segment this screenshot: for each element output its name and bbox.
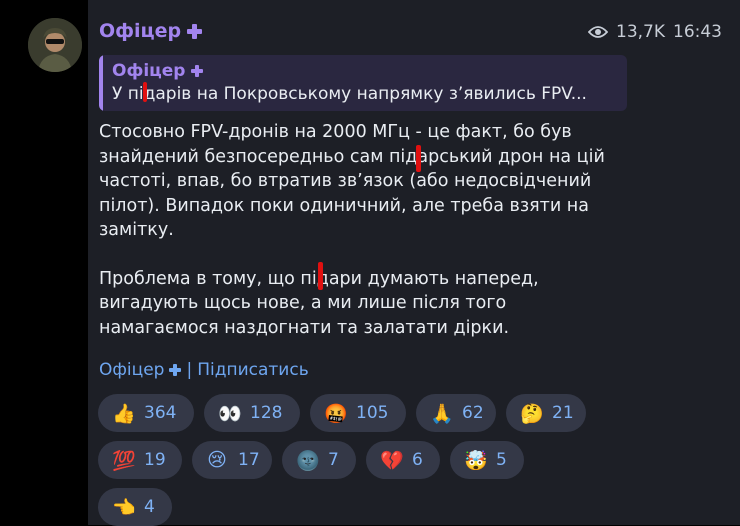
avatar-photo-icon	[28, 18, 82, 72]
signature-name[interactable]: Офіцер	[99, 360, 164, 380]
author-label: Офіцер	[99, 20, 182, 42]
reply-preview[interactable]: Офіцер У підарів на Покровському напрямк…	[99, 55, 627, 111]
avatar[interactable]	[28, 18, 82, 72]
pray-icon: 🙏	[430, 402, 454, 425]
message-meta: 13,7K 16:43	[588, 22, 722, 42]
reaction-count: 6	[412, 450, 423, 470]
reaction-count: 21	[552, 403, 574, 423]
cross-icon	[187, 23, 203, 39]
reaction-pray[interactable]: 🙏 62	[416, 394, 496, 432]
signature-separator: |	[186, 360, 193, 380]
reply-accent-bar	[99, 55, 103, 111]
reaction-angry-face[interactable]: 🤬 105	[310, 394, 406, 432]
cross-icon	[169, 364, 182, 376]
thinking-face-icon: 🤔	[520, 402, 544, 425]
eyes-icon: 👀	[218, 402, 242, 425]
angry-face-icon: 🤬	[324, 402, 348, 425]
paragraph-1: Стосовно FPV-дронів на 2000 МГц - це фак…	[99, 122, 605, 240]
reaction-eyes[interactable]: 👀 128	[204, 394, 300, 432]
reaction-count: 62	[462, 403, 484, 423]
censor-mark	[416, 145, 421, 172]
pointing-hand-icon: 👈	[112, 496, 136, 519]
reaction-broken-heart[interactable]: 💔 6	[366, 441, 440, 479]
hundred-icon: 💯	[112, 449, 136, 472]
cross-icon	[191, 65, 204, 77]
reaction-count: 19	[144, 450, 166, 470]
reaction-thinking-face[interactable]: 🤔 21	[506, 394, 586, 432]
views-count: 13,7K	[616, 22, 665, 42]
reaction-pointing-hand[interactable]: 👈 4	[98, 488, 172, 526]
broken-heart-icon: 💔	[380, 449, 404, 472]
reaction-count: 364	[144, 403, 177, 423]
censor-mark	[143, 82, 147, 102]
author-name[interactable]: Офіцер	[99, 20, 203, 42]
reaction-count: 128	[250, 403, 283, 423]
censor-mark	[318, 262, 323, 290]
reply-text: У підарів на Покровському напрямку з’яви…	[112, 84, 587, 104]
reaction-thumbs-up[interactable]: 👍 364	[98, 394, 194, 432]
message-text: Стосовно FPV-дронів на 2000 МГц - це фак…	[99, 120, 619, 364]
reaction-exploding-head[interactable]: 🤯 5	[450, 441, 524, 479]
reaction-crying-face[interactable]: 😢 17	[192, 441, 272, 479]
reaction-count: 4	[144, 497, 155, 517]
reaction-count: 105	[356, 403, 389, 423]
reaction-count: 7	[328, 450, 339, 470]
reaction-count: 17	[238, 450, 260, 470]
eye-icon	[588, 26, 608, 38]
exploding-head-icon: 🤯	[464, 449, 488, 472]
reaction-hundred[interactable]: 💯 19	[98, 441, 182, 479]
reply-author: Офіцер	[112, 61, 204, 81]
subscribe-link[interactable]: Підписатись	[197, 360, 309, 380]
reply-author-label: Офіцер	[112, 61, 186, 81]
new-moon-face-icon: 🌚	[296, 449, 320, 472]
signature: Офіцер | Підписатись	[99, 360, 309, 380]
thumbs-up-icon: 👍	[112, 402, 136, 425]
reaction-count: 5	[496, 450, 507, 470]
reaction-new-moon-face[interactable]: 🌚 7	[282, 441, 356, 479]
message-time: 16:43	[673, 22, 722, 42]
crying-face-icon: 😢	[207, 449, 227, 471]
paragraph-2: Проблема в тому, що підари думають напер…	[99, 268, 539, 338]
